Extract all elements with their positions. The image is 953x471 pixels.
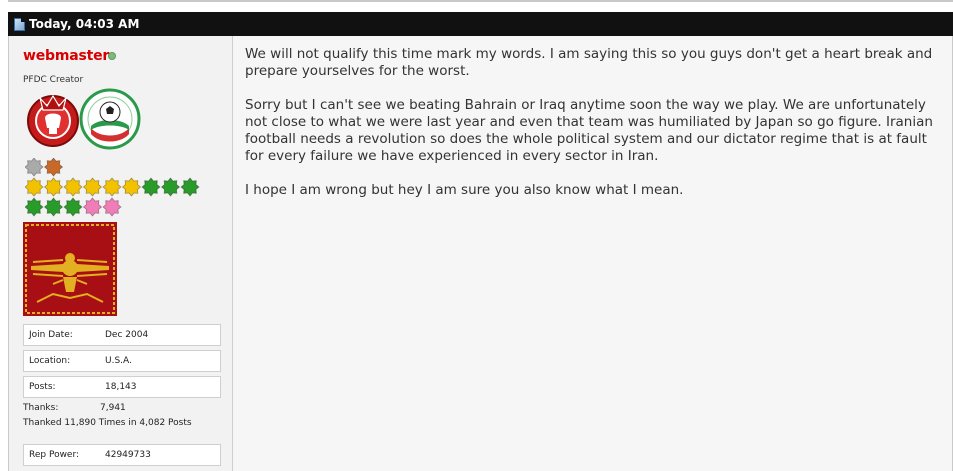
join-date-label: Join Date: — [29, 330, 73, 340]
user-sidebar: webmaster PFDC Creator Join Date: Dec 20… — [9, 36, 233, 471]
reputation-star-icon — [43, 158, 64, 177]
reputation-star-icon — [121, 177, 142, 197]
football-federation-emblem-icon — [79, 88, 141, 150]
reputation-star-icon — [102, 177, 122, 197]
faravahar-icon — [23, 222, 117, 316]
reputation-star-icon — [180, 177, 200, 197]
red-club-emblem-icon — [27, 94, 79, 147]
top-divider — [8, 0, 953, 2]
reputation-star-icon — [102, 197, 122, 217]
rep-power-value: 42949733 — [105, 450, 151, 460]
post-paragraph: I hope I am wrong but hey I am sure you … — [245, 182, 684, 198]
reputation-star-icon — [82, 197, 103, 217]
posts-value: 18,143 — [105, 382, 137, 392]
rep-power-box: Rep Power: 42949733 — [23, 444, 221, 466]
join-date-box: Join Date: Dec 2004 — [23, 324, 221, 346]
rep-power-label: Rep Power: — [29, 450, 80, 460]
thanks-label: Thanks: — [23, 403, 59, 413]
post-paragraph: Sorry but I can't see we beating Bahrain… — [245, 97, 933, 164]
user-title: PFDC Creator — [23, 75, 84, 85]
location-label: Location: — [29, 356, 71, 366]
posts-box: Posts: 18,143 — [23, 376, 221, 398]
reputation-star-icon — [141, 177, 161, 197]
username-link[interactable]: webmaster — [23, 48, 109, 64]
reputation-star-icon — [25, 197, 44, 217]
reputation-star-icon — [82, 177, 103, 197]
post-header: Today, 04:03 AM — [8, 12, 953, 36]
location-box: Location: U.S.A. — [23, 350, 221, 372]
thanked-summary: Thanked 11,890 Times in 4,082 Posts — [23, 418, 192, 428]
post-timestamp: Today, 04:03 AM — [29, 17, 140, 31]
posts-label: Posts: — [29, 382, 56, 392]
document-icon — [14, 17, 25, 31]
reputation-star-icon — [63, 177, 83, 197]
location-value: U.S.A. — [105, 356, 132, 366]
reputation-star-icon — [43, 177, 64, 197]
reputation-star-icon — [25, 177, 44, 197]
post-paragraph: We will not qualify this time mark my wo… — [245, 46, 933, 79]
reputation-star-icon — [63, 197, 83, 217]
reputation-stars — [25, 158, 200, 217]
join-date-value: Dec 2004 — [105, 330, 149, 340]
reputation-star-icon — [43, 197, 64, 217]
reputation-star-icon — [160, 177, 181, 197]
online-status-icon — [108, 52, 116, 60]
post-container: webmaster PFDC Creator Join Date: Dec 20… — [8, 36, 953, 471]
reputation-star-icon — [25, 158, 44, 177]
thanks-value: 7,941 — [100, 403, 126, 413]
post-message: We will not qualify this time mark my wo… — [245, 46, 935, 216]
